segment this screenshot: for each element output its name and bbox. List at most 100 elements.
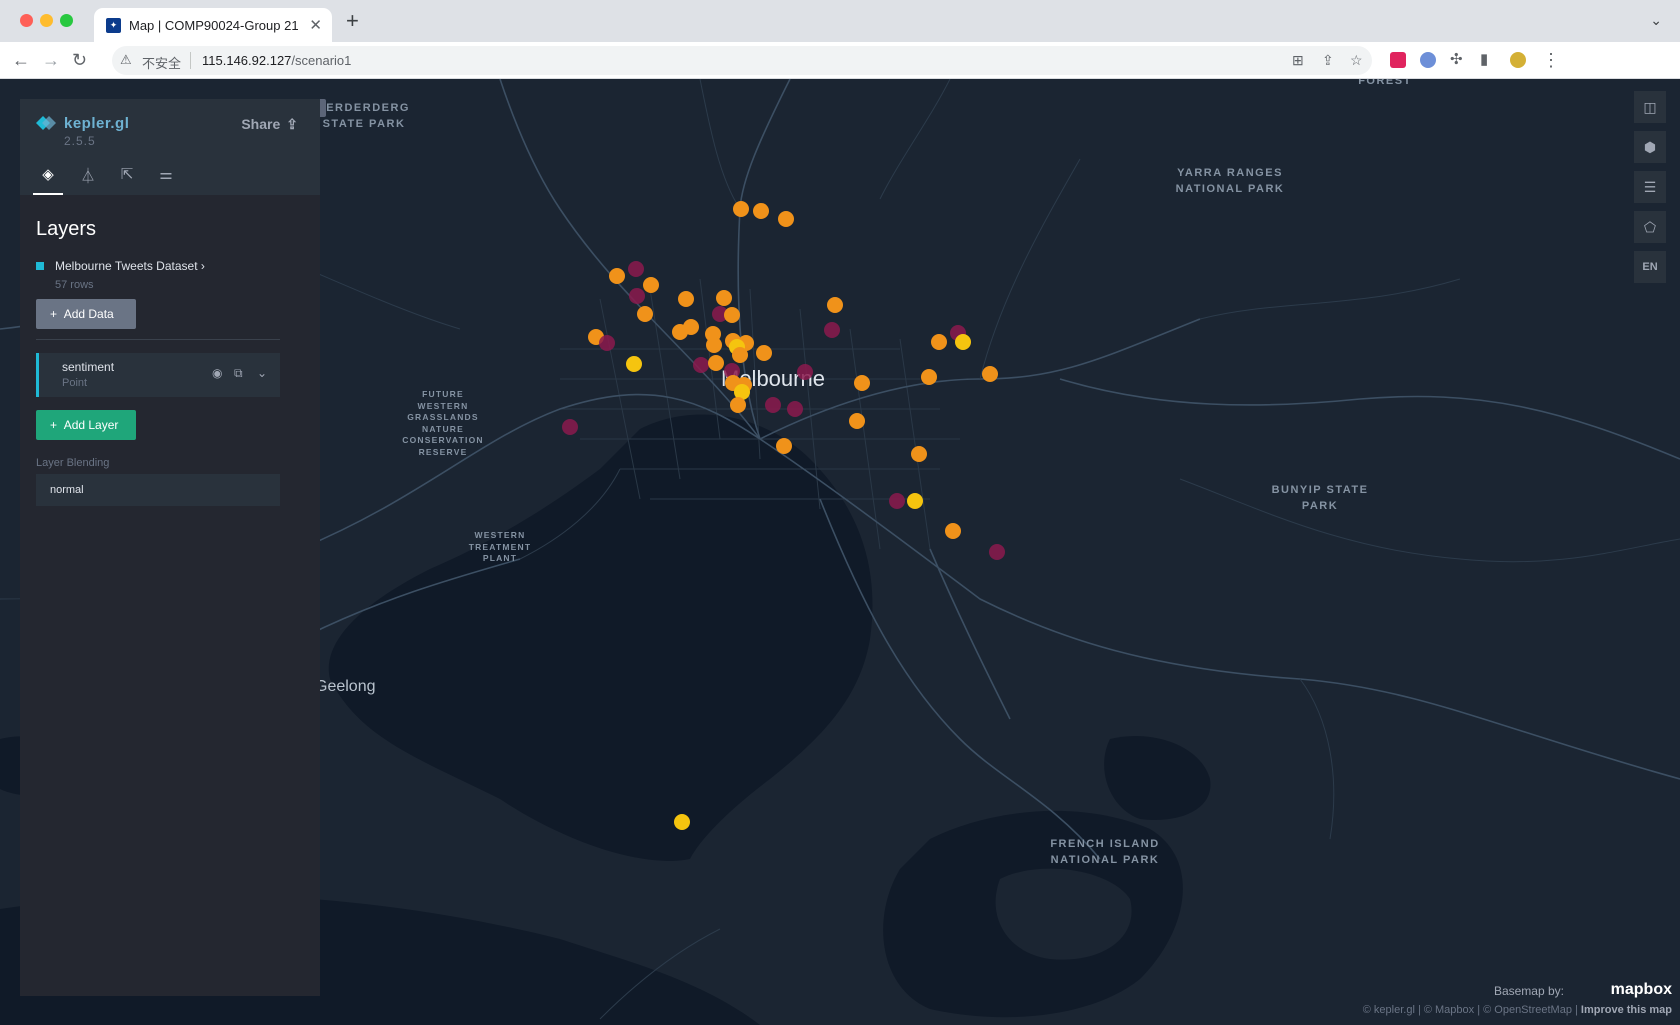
tab-layers[interactable]: ◈ [33,165,63,195]
bookmark-star-icon[interactable]: ☆ [1350,52,1363,69]
mapbox-logo[interactable]: mapbox [1611,981,1672,999]
tweet-point[interactable] [907,493,923,509]
tweet-point[interactable] [911,446,927,462]
map-label-french-island: FRENCH ISLAND NATIONAL PARK [1050,838,1160,866]
tweet-point[interactable] [849,413,865,429]
tweet-point[interactable] [854,375,870,391]
layer-type: Point [62,377,88,389]
3d-map-icon[interactable]: ⬢ [1634,131,1666,163]
tweet-point[interactable] [787,401,803,417]
tweet-point[interactable] [643,277,659,293]
tab-filters[interactable]: ⏃ [73,165,103,187]
tweet-point[interactable] [724,307,740,323]
tweet-point[interactable] [626,356,642,372]
close-tab-icon[interactable]: ✕ [309,16,322,34]
insecure-label: 不安全 [142,56,182,71]
extensions-puzzle-icon[interactable]: ✣ [1450,50,1463,70]
tweet-point[interactable] [683,319,699,335]
tweet-point[interactable] [732,347,748,363]
tweet-point[interactable] [730,397,746,413]
maximize-window-button[interactable] [60,14,73,27]
browser-tab[interactable]: ✦ Map | COMP90024-Group 21 ✕ [94,8,332,42]
legend-icon[interactable]: ☰ [1634,171,1666,203]
app-version: 2.5.5 [64,134,96,148]
duplicate-layer-icon[interactable]: ⧉ [234,366,243,381]
share-page-icon[interactable]: ⇪ [1322,52,1334,69]
split-map-icon[interactable]: ◫ [1634,91,1666,123]
tweet-point[interactable] [889,493,905,509]
tweet-point[interactable] [931,334,947,350]
map-label-treatment-plant: WESTERN TREATMENT PLANT [468,530,532,563]
browser-toolbar: ← → ↻ ⚠ 不安全 115.146.92.127/scenario1 ⊞ ⇪… [0,42,1680,79]
improve-map-link: Improve this map [1580,1004,1672,1016]
tab-interactions[interactable]: ⇱ [112,165,142,187]
app-name: kepler.gl [64,115,130,132]
layer-name: sentiment [62,360,115,374]
visibility-eye-icon[interactable]: ◉ [212,366,222,380]
tweet-point[interactable] [708,355,724,371]
address-bar[interactable]: ⚠ 不安全 115.146.92.127/scenario1 ⊞ ⇪ ☆ [112,46,1372,75]
tweet-point[interactable] [765,397,781,413]
kepler-side-panel: kepler.gl 2.5.5 Share ⇪ ◈ ⏃ ⇱ ⚌ Layers Me… [20,99,320,996]
share-button[interactable]: Share ⇪ [241,116,298,133]
tweet-point[interactable] [753,203,769,219]
tweet-point[interactable] [609,268,625,284]
map-label-yarra: YARRA RANGES NATIONAL PARK [1175,167,1285,195]
extension-blue-icon[interactable] [1420,52,1436,68]
add-layer-button[interactable]: + Add Layer [36,410,136,440]
tweet-point[interactable] [945,523,961,539]
tweet-point[interactable] [599,335,615,351]
tweet-point[interactable] [628,261,644,277]
map-label-bunyip: BUNYIP STATE PARK [1271,484,1369,512]
tweet-point[interactable] [706,337,722,353]
tweet-point[interactable] [733,201,749,217]
browser-menu-icon[interactable]: ⋮ [1542,50,1560,70]
tweet-point[interactable] [637,306,653,322]
tweet-point[interactable] [629,288,645,304]
tweet-point[interactable] [921,369,937,385]
translate-icon[interactable]: ⊞ [1292,52,1304,69]
language-toggle[interactable]: EN [1634,251,1666,283]
minimize-window-button[interactable] [40,14,53,27]
layer-card-sentiment[interactable]: sentiment Point ◉ ⧉ ⌄ [36,353,280,397]
tab-map-style[interactable]: ⚌ [151,165,181,187]
tweet-point[interactable] [693,357,709,373]
dataset-name[interactable]: Melbourne Tweets Dataset › [55,259,205,273]
tweet-point[interactable] [756,345,772,361]
tweet-point[interactable] [678,291,694,307]
close-window-button[interactable] [20,14,33,27]
tweet-point[interactable] [778,211,794,227]
panel-header: kepler.gl 2.5.5 Share ⇪ ◈ ⏃ ⇱ ⚌ [20,99,320,195]
tweet-point[interactable] [562,419,578,435]
tweet-point[interactable] [827,297,843,313]
tweet-point[interactable] [797,364,813,380]
tweet-point[interactable] [716,290,732,306]
url-text[interactable]: 115.146.92.127/scenario1 [202,53,351,68]
attribution-text[interactable]: © kepler.gl | © Mapbox | © OpenStreetMap… [1363,1004,1672,1016]
map-label-grasslands: FUTURE WESTERN GRASSLANDS NATURE CONSERV… [402,389,484,457]
expand-layer-chevron-icon[interactable]: ⌄ [257,366,267,380]
map-label-plenty: FOREST [1358,79,1412,87]
profile-avatar[interactable] [1510,52,1526,68]
tweet-point[interactable] [824,322,840,338]
dataset-color-swatch [36,262,44,270]
new-tab-button[interactable]: + [346,10,359,32]
reload-icon[interactable]: ↻ [72,50,87,70]
kepler-logo-icon [36,116,56,130]
layer-blending-select[interactable]: normal [36,474,280,506]
back-icon[interactable]: ← [12,50,30,70]
extension-red-icon[interactable] [1390,52,1406,68]
tweet-point[interactable] [776,438,792,454]
tweet-point[interactable] [674,814,690,830]
forward-icon[interactable]: → [42,50,60,70]
add-data-button[interactable]: + Add Data [36,299,136,329]
basemap-by-label: Basemap by: [1493,984,1564,998]
tweet-point[interactable] [989,544,1005,560]
tweet-point[interactable] [982,366,998,382]
tab-search-chevron-icon[interactable]: ⌄ [1650,12,1662,29]
map-label-lerderderg: LERDERDERG STATE PARK [317,102,410,130]
sidepanel-icon[interactable]: ▮ [1480,50,1488,70]
tweet-point[interactable] [955,334,971,350]
draw-polygon-icon[interactable]: ⬠ [1634,211,1666,243]
share-icon: ⇪ [286,116,298,132]
